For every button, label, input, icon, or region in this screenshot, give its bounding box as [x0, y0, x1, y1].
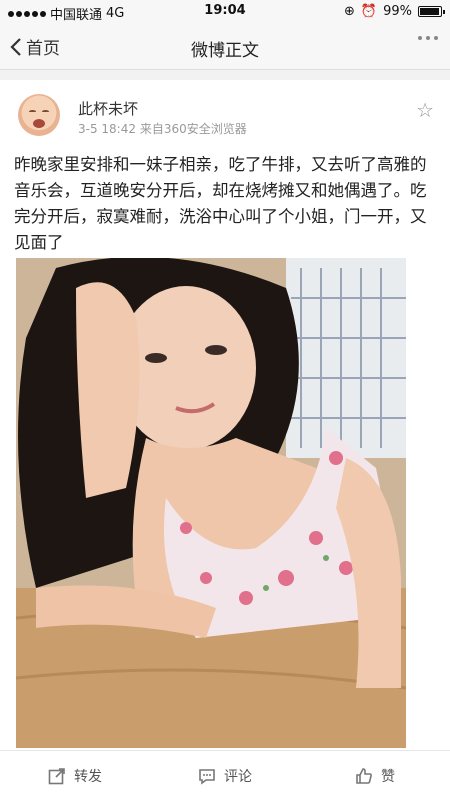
status-right: ⊕ ⏰ 99% [344, 4, 445, 19]
favorite-star-icon[interactable]: ☆ [416, 98, 434, 122]
nav-bar: 首页 微博正文 [0, 24, 450, 70]
repost-icon [48, 767, 65, 784]
post-card: 此杯未坏 3-5 18:42 来自360安全浏览器 ☆ 昨晚家里安排和一妹子相亲… [0, 80, 450, 750]
battery-label: 99% [383, 4, 412, 19]
username-link[interactable]: 此杯未坏 [78, 98, 138, 119]
comment-button[interactable]: 评论 [150, 751, 300, 800]
repost-label: 转发 [74, 768, 102, 785]
avatar[interactable] [18, 94, 60, 136]
page-title: 微博正文 [191, 41, 259, 61]
thumbs-up-icon [356, 767, 372, 784]
comment-icon [199, 768, 215, 785]
post-photo[interactable] [16, 258, 406, 748]
post-text: 昨晚家里安排和一妹子相亲，吃了牛排，又去听了高雅的音乐会，互道晚安分开后，却在烧… [14, 155, 427, 252]
photo-illustration [16, 258, 406, 748]
like-button[interactable]: 赞 [300, 751, 450, 800]
comment-label: 评论 [224, 768, 252, 785]
post-source: 来自360安全浏览器 [139, 122, 247, 136]
like-label: 赞 [381, 768, 395, 785]
status-bar: 中国联通 4G 19:04 ⊕ ⏰ 99% [0, 0, 450, 24]
more-dot-icon [434, 36, 438, 40]
repost-button[interactable]: 转发 [0, 751, 150, 800]
action-bar: 转发 评论 赞 [0, 750, 450, 800]
more-dot-icon [426, 36, 430, 40]
more-options-button[interactable] [418, 36, 438, 40]
avatar-eye [29, 110, 36, 113]
more-dot-icon [418, 36, 422, 40]
avatar-mouth [33, 119, 45, 128]
rotation-lock-icon: ⊕ [344, 4, 355, 19]
post-time: 3-5 18:42 [78, 122, 136, 136]
avatar-eye [42, 110, 49, 113]
battery-icon [418, 6, 445, 17]
alarm-icon: ⏰ [360, 4, 378, 19]
post-meta: 3-5 18:42 来自360安全浏览器 [78, 120, 247, 137]
